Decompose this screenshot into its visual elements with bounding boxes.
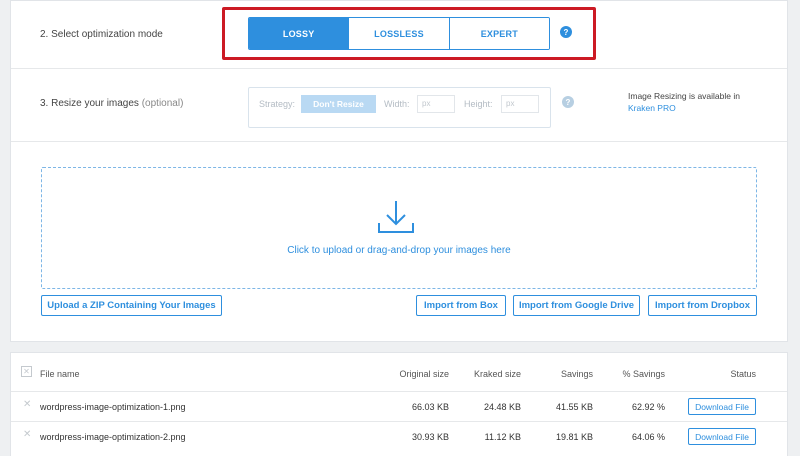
pro-note-text: Image Resizing is available in: [628, 91, 740, 101]
row-pct-savings: 62.92 %: [631, 402, 665, 412]
strategy-select[interactable]: Don't Resize: [301, 95, 376, 113]
row-kraked-size: 11.12 KB: [484, 432, 521, 442]
download-file-button[interactable]: Download File: [688, 398, 756, 415]
width-input[interactable]: px: [417, 95, 455, 113]
select-all-checkbox[interactable]: ✕: [21, 366, 32, 377]
row-kraked-size: 24.48 KB: [483, 402, 521, 412]
import-dropbox-button[interactable]: Import from Dropbox: [648, 295, 757, 316]
col-file-name: File name: [40, 369, 80, 379]
mode-lossy-button[interactable]: LOSSY: [249, 18, 350, 49]
width-label: Width:: [384, 99, 410, 109]
settings-panel: 2. Select optimization mode LOSSY LOSSLE…: [10, 0, 788, 342]
optimization-mode-toggle: LOSSY LOSSLESS EXPERT: [248, 17, 550, 50]
download-arrow-icon: [378, 201, 414, 233]
row-savings: 41.55 KB: [555, 402, 593, 412]
resize-optional-text: (optional): [141, 98, 184, 109]
resize-label-text: 3. Resize your images: [40, 98, 139, 109]
mode-expert-button[interactable]: EXPERT: [449, 18, 549, 49]
upload-dropzone[interactable]: Click to upload or drag-and-drop your im…: [41, 167, 757, 289]
remove-row-icon[interactable]: ✕: [23, 399, 31, 410]
import-google-drive-button[interactable]: Import from Google Drive: [513, 295, 640, 316]
row-file-name: wordpress-image-optimization-2.png: [40, 432, 186, 442]
col-status: Status: [730, 369, 756, 379]
col-original-size: Original size: [399, 369, 449, 379]
row-savings: 19.81 KB: [555, 432, 593, 442]
pro-note: Image Resizing is available in Kraken PR…: [628, 90, 740, 114]
section-divider: [11, 68, 787, 69]
remove-row-icon[interactable]: ✕: [23, 429, 31, 440]
col-savings: Savings: [560, 369, 593, 379]
height-input[interactable]: px: [501, 95, 539, 113]
mode-lossless-button[interactable]: LOSSLESS: [349, 18, 450, 49]
optimization-mode-label: 2. Select optimization mode: [40, 29, 163, 40]
mode-help-icon[interactable]: ?: [560, 26, 572, 38]
row-original-size: 30.93 KB: [411, 432, 449, 442]
results-table: ✕ File name Original size Kraked size Sa…: [10, 352, 788, 456]
col-kraked-size: Kraked size: [473, 369, 521, 379]
resize-controls: Strategy: Don't Resize Width: px Height:…: [248, 87, 551, 128]
col-pct-savings: % Savings: [622, 369, 665, 379]
row-original-size: 66.03 KB: [411, 402, 449, 412]
upload-zip-button[interactable]: Upload a ZIP Containing Your Images: [41, 295, 222, 316]
row-file-name: wordpress-image-optimization-1.png: [40, 402, 186, 412]
resize-label: 3. Resize your images (optional): [40, 98, 183, 109]
dropzone-text: Click to upload or drag-and-drop your im…: [287, 245, 511, 256]
section-divider: [11, 141, 787, 142]
import-box-button[interactable]: Import from Box: [416, 295, 506, 316]
download-file-button[interactable]: Download File: [688, 428, 756, 445]
kraken-pro-link[interactable]: Kraken PRO: [628, 102, 740, 114]
height-label: Height:: [464, 99, 493, 109]
row-pct-savings: 64.06 %: [631, 432, 665, 442]
strategy-label: Strategy:: [259, 99, 296, 109]
row-divider: [11, 421, 787, 422]
row-divider: [11, 391, 787, 392]
resize-help-icon[interactable]: ?: [562, 96, 574, 108]
